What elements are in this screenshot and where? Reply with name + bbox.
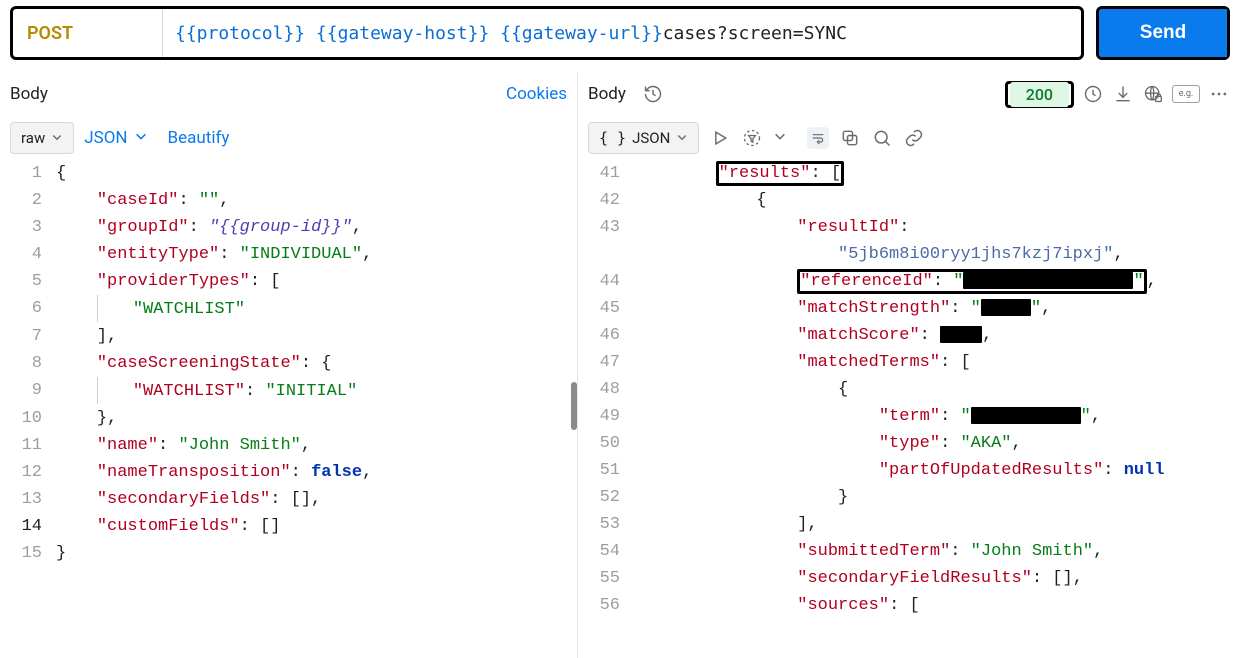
chevron-down-icon [676, 129, 688, 147]
send-button-wrap: Send [1096, 6, 1230, 60]
clock-icon[interactable] [1082, 83, 1104, 105]
play-icon[interactable] [709, 127, 731, 149]
more-icon[interactable] [1208, 83, 1230, 105]
copy-icon[interactable] [839, 127, 861, 149]
body-language-select[interactable]: JSON [84, 128, 147, 148]
history-icon[interactable] [642, 83, 664, 105]
example-icon[interactable]: e.g. [1172, 85, 1200, 103]
chevron-down-icon [51, 129, 63, 147]
url-var-3: {{gateway-url}} [500, 23, 663, 44]
response-format-select[interactable]: { } JSON [588, 122, 699, 154]
raw-select[interactable]: raw [10, 122, 74, 154]
beautify-button[interactable]: Beautify [168, 128, 230, 148]
url-var-1: {{protocol}} [175, 23, 305, 44]
request-body-tab[interactable]: Body [10, 84, 48, 104]
filter-funnel-icon[interactable] [741, 127, 763, 149]
response-body-viewer[interactable]: 41 "results": [ 42 { 43 "resultId": "5jb… [578, 160, 1240, 658]
chevron-down-icon[interactable] [773, 129, 787, 147]
http-method-select[interactable]: POST [13, 9, 163, 57]
method-url-group: POST {{protocol}} {{gateway-host}} {{gat… [10, 6, 1084, 60]
http-method-label: POST [27, 23, 73, 44]
status-code-pill: 200 [1005, 81, 1074, 108]
status-code: 200 [1010, 82, 1069, 107]
splitter-handle[interactable] [571, 382, 577, 430]
results-key-highlight: "results": [ [716, 161, 844, 186]
wrap-lines-icon[interactable] [807, 127, 829, 149]
download-icon[interactable] [1112, 83, 1134, 105]
response-body-tab[interactable]: Body [588, 84, 626, 104]
referenceid-highlight: "referenceId": "" [797, 269, 1146, 294]
request-body-editor[interactable]: 1{ 2 "caseId": "", 3 "groupId": "{{group… [0, 160, 577, 658]
url-suffix: cases?screen=SYNC [663, 23, 847, 44]
search-icon[interactable] [871, 127, 893, 149]
send-button[interactable]: Send [1099, 9, 1227, 57]
globe-lock-icon[interactable] [1142, 83, 1164, 105]
chevron-down-icon [134, 128, 148, 148]
cookies-link[interactable]: Cookies [506, 84, 567, 104]
link-icon[interactable] [903, 127, 925, 149]
request-url-input[interactable]: {{protocol}} {{gateway-host}} {{gateway-… [163, 9, 1081, 57]
url-var-2: {{gateway-host}} [316, 23, 489, 44]
